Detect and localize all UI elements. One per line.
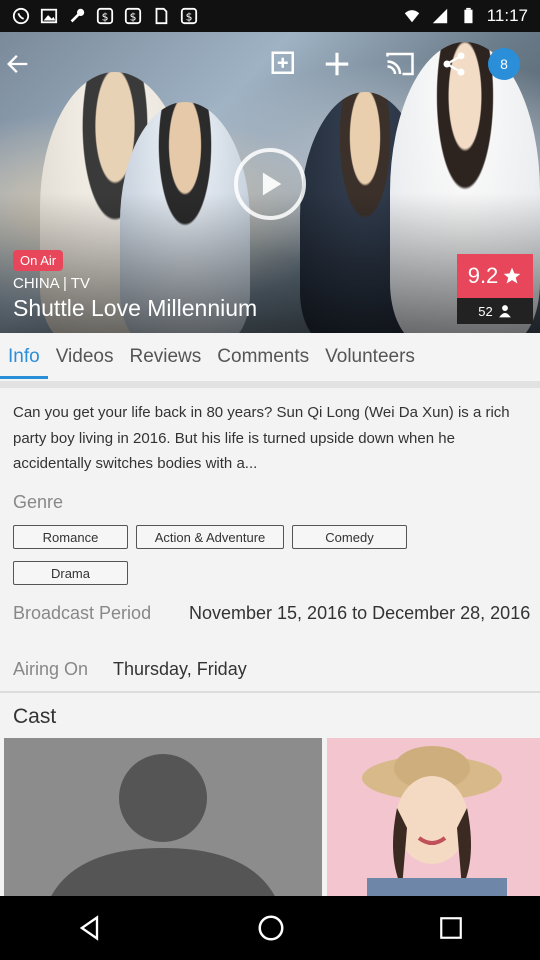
airing-on-value: Thursday, Friday: [113, 659, 247, 679]
genre-label: Genre: [13, 492, 64, 512]
tab-reviews[interactable]: Reviews: [129, 333, 201, 381]
plus-icon: [325, 52, 349, 76]
svg-text:$: $: [102, 11, 109, 24]
home-nav-icon[interactable]: [256, 913, 286, 943]
wifi-icon: [404, 10, 419, 23]
hero-banner: 8 On Air CHINA | TV Shuttle Love Millenn…: [0, 32, 540, 333]
notification-badge[interactable]: 8: [488, 48, 520, 80]
section-divider: [0, 691, 540, 693]
photo-icon: [40, 8, 58, 24]
star-icon: [503, 267, 521, 284]
info-panel[interactable]: Can you get your life back in 80 years? …: [0, 388, 540, 896]
sim-icon: [155, 7, 168, 25]
broadcast-period-value: November 15, 2016 to December 28, 2016: [189, 603, 531, 623]
rating-box[interactable]: 9.2 52: [457, 254, 533, 324]
country-type: CHINA | TV: [13, 275, 90, 292]
recents-nav-icon[interactable]: [438, 915, 464, 941]
airing-on-label: Airing On: [13, 659, 89, 679]
status-time: 11:17: [486, 6, 528, 25]
add-button[interactable]: [319, 46, 355, 82]
play-button[interactable]: [234, 148, 306, 220]
cast-icon: [386, 52, 414, 76]
status-badge: On Air: [13, 250, 64, 271]
money-icon: $: [180, 7, 198, 25]
money-icon: $: [96, 7, 114, 25]
money-icon: $: [124, 7, 142, 25]
tab-divider: [0, 381, 540, 388]
signal-icon: [432, 8, 447, 24]
arrow-left-icon: [7, 55, 28, 73]
cast-label: Cast: [13, 705, 57, 728]
cast-card[interactable]: [327, 738, 540, 896]
tab-bar: Info Videos Reviews Comments Volunteers: [0, 333, 540, 381]
synopsis[interactable]: Can you get your life back in 80 years? …: [13, 400, 513, 477]
rating-score: 9.2: [467, 263, 499, 288]
add-to-playlist-button[interactable]: [266, 46, 302, 82]
broadcast-period-label: Broadcast Period: [13, 603, 152, 623]
wrench-icon: [70, 8, 85, 23]
svg-text:$: $: [186, 11, 193, 24]
back-button[interactable]: [0, 46, 36, 82]
vote-count: 52: [478, 303, 493, 319]
tab-videos[interactable]: Videos: [56, 333, 114, 381]
vote-count-box: 52: [457, 298, 533, 324]
cast-button[interactable]: [382, 46, 418, 82]
genre-chip-comedy[interactable]: Comedy: [292, 525, 407, 549]
genre-chip-romance[interactable]: Romance: [13, 525, 128, 549]
tab-volunteers[interactable]: Volunteers: [325, 333, 415, 381]
svg-text:$: $: [130, 11, 137, 24]
cast-card[interactable]: [4, 738, 322, 896]
genre-chip-action-adventure[interactable]: Action & Adventure: [136, 525, 284, 549]
battery-icon: [464, 7, 473, 24]
tab-info[interactable]: Info: [0, 333, 48, 381]
rating-score-box: 9.2: [457, 254, 533, 298]
cast-photo: [362, 746, 507, 896]
playlist-add-icon: [271, 51, 294, 74]
tab-comments[interactable]: Comments: [217, 333, 309, 381]
show-title: Shuttle Love Millennium: [13, 295, 258, 321]
share-icon: [443, 52, 465, 76]
back-nav-icon[interactable]: [76, 914, 104, 942]
share-button[interactable]: [436, 46, 472, 82]
person-placeholder-icon: [51, 754, 275, 896]
system-nav-bar: [0, 896, 540, 960]
person-icon: [498, 305, 511, 318]
status-bar: $ $ $ 11:17: [0, 0, 540, 32]
play-icon: [262, 172, 282, 196]
genre-chip-drama[interactable]: Drama: [13, 561, 128, 585]
whatsapp-icon: [12, 7, 30, 25]
